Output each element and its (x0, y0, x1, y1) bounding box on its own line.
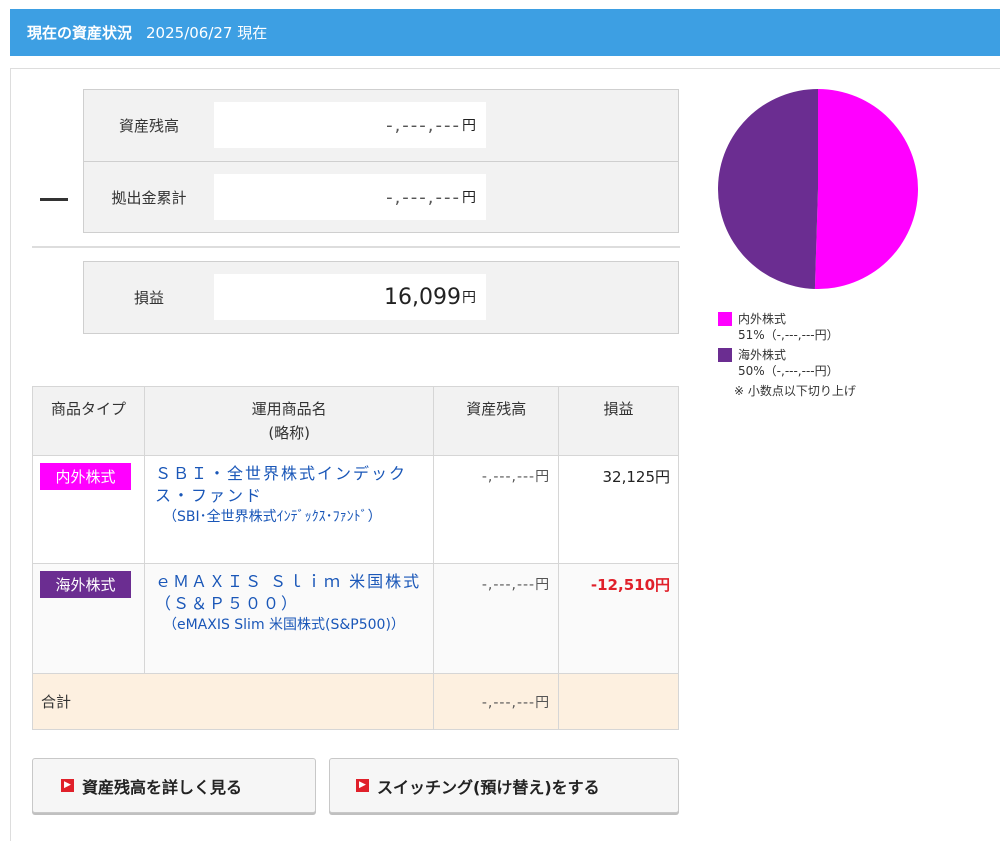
fund-short-name[interactable]: （eMAXIS Slim 米国株式(S&P500)） (155, 615, 425, 636)
fund-short-name[interactable]: （SBI･全世界株式ｲﾝﾃﾞｯｸｽ･ﾌｧﾝﾄﾞ） (155, 507, 425, 528)
balance-value: -,---,--- (386, 114, 461, 136)
asset-type-badge: 海外株式 (40, 571, 131, 598)
arrow-right-icon: ▶ (356, 779, 369, 792)
col-header-name: 運用商品名 (略称) (143, 386, 435, 456)
profit-value: 16,099 (384, 284, 461, 310)
legend-value: 51%（-,---,---円） (738, 328, 839, 342)
legend-label: 内外株式 (738, 312, 787, 326)
total-row: 合計 -,---,---円 (31, 673, 679, 730)
switching-button[interactable]: ▶ スイッチング(預け替え)をする (329, 758, 679, 813)
profit-summary: 損益 16,099 円 (83, 261, 679, 334)
profit-value-box: 16,099 円 (214, 274, 486, 320)
col-header-profit: 損益 (558, 386, 679, 456)
col-header-name-sub: (略称) (268, 424, 311, 442)
view-balance-detail-button[interactable]: ▶ 資産残高を詳しく見る (32, 758, 316, 813)
total-profit (558, 673, 679, 730)
minus-icon (40, 198, 68, 201)
table-row: 海外株式 ｅＭＡＸＩＳ Ｓｌｉｍ 米国株式（Ｓ＆Ｐ５００） （eMAXIS Sl… (32, 563, 679, 674)
divider (32, 246, 680, 248)
balance-label: 資産残高 (118, 117, 179, 135)
fund-balance: -,---,---円 (481, 577, 551, 593)
yen-unit: 円 (462, 290, 476, 306)
balance-value-box: -,---,--- 円 (214, 102, 486, 148)
switching-label: スイッチング(預け替え)をする (377, 777, 600, 797)
table-row: 内外株式 ＳＢＩ・全世界株式インデックス・ファンド （SBI･全世界株式ｲﾝﾃﾞ… (32, 455, 679, 564)
yen-unit: 円 (462, 190, 476, 206)
profit-row: 損益 16,099 円 (84, 262, 678, 333)
fund-profit: -12,510円 (558, 563, 679, 674)
view-balance-detail-label: 資産残高を詳しく見る (82, 777, 243, 797)
legend-swatch (718, 348, 732, 362)
fund-profit: 32,125円 (558, 455, 679, 564)
section-header: 現在の資産状況 2025/06/27 現在 (10, 9, 1000, 56)
contribution-value: -,---,--- (386, 186, 461, 208)
legend-item: 海外株式 50%（-,---,---円） (718, 347, 856, 379)
col-header-balance: 資産残高 (433, 386, 560, 456)
allocation-pie-chart (718, 89, 918, 289)
as-of-date: 2025/06/27 現在 (146, 24, 268, 42)
contribution-row: 拠出金累計 -,---,--- 円 (84, 161, 678, 232)
fund-name-link[interactable]: ｅＭＡＸＩＳ Ｓｌｉｍ 米国株式（Ｓ＆Ｐ５００） (155, 571, 425, 615)
fund-balance: -,---,---円 (481, 469, 551, 485)
col-header-name-main: 運用商品名 (251, 400, 327, 418)
table-header-row: 商品タイプ 運用商品名 (略称) 資産残高 損益 (32, 386, 679, 456)
profit-label: 損益 (133, 289, 164, 307)
pie-slice-1 (814, 89, 918, 289)
fund-table: 商品タイプ 運用商品名 (略称) 資産残高 損益 内外株式 ＳＢＩ・全世界株式イ… (31, 386, 679, 730)
contribution-label: 拠出金累計 (111, 188, 187, 207)
col-header-type: 商品タイプ (32, 386, 145, 456)
pie-slice-2 (718, 89, 818, 289)
total-label: 合計 (31, 673, 435, 730)
pie-legend: 内外株式 51%（-,---,---円） 海外株式 50%（-,---,---円… (718, 311, 856, 399)
legend-item: 内外株式 51%（-,---,---円） (718, 311, 856, 343)
legend-label: 海外株式 (738, 348, 787, 362)
balance-summary: 資産残高 -,---,--- 円 拠出金累計 -,---,--- 円 (83, 89, 679, 233)
legend-value: 50%（-,---,---円） (738, 364, 839, 378)
legend-swatch (718, 312, 732, 326)
yen-unit: 円 (462, 118, 476, 134)
contribution-value-box: -,---,--- 円 (214, 174, 486, 220)
rounding-note: ※ 小数点以下切り上げ (734, 384, 856, 398)
total-balance: -,---,---円 (481, 694, 551, 711)
asset-type-badge: 内外株式 (40, 463, 131, 490)
arrow-right-icon: ▶ (61, 779, 74, 792)
section-title: 現在の資産状況 (27, 24, 133, 42)
fund-name-link[interactable]: ＳＢＩ・全世界株式インデックス・ファンド (155, 463, 425, 507)
balance-row: 資産残高 -,---,--- 円 (84, 90, 678, 161)
